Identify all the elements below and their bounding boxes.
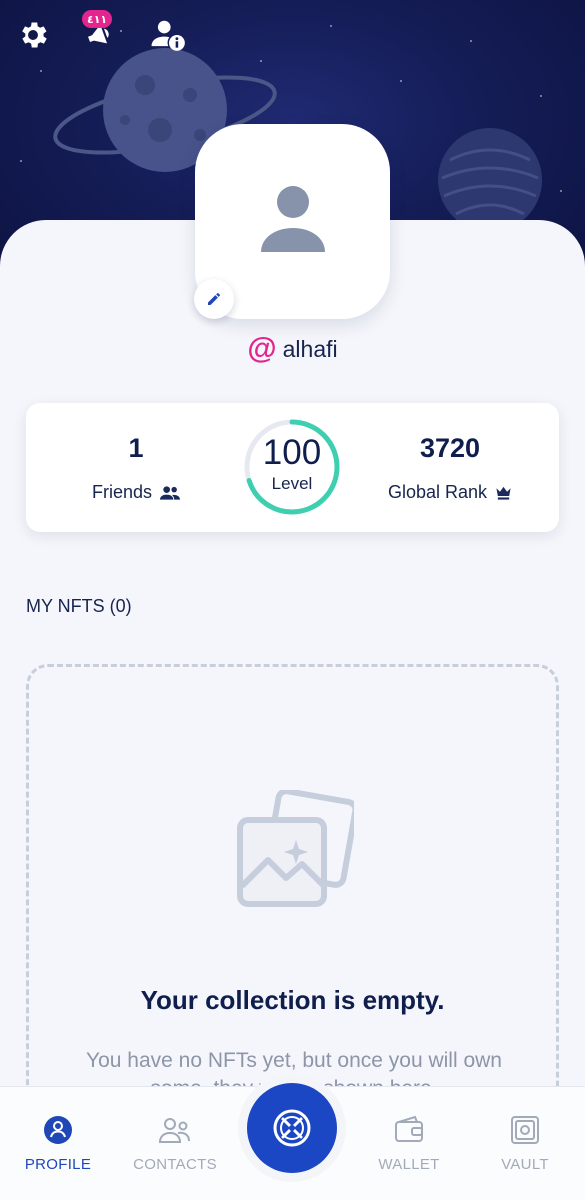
- nft-empty-state: Your collection is empty. You have no NF…: [26, 664, 559, 1124]
- token-button[interactable]: [247, 1083, 337, 1173]
- center-action: [238, 1074, 346, 1182]
- nav-wallet[interactable]: WALLET: [354, 1087, 464, 1200]
- stats-card: 1 Friends 100 Level 3720 Global Rank: [26, 403, 559, 532]
- nav-profile[interactable]: PROFILE: [3, 1087, 113, 1200]
- nav-vault-label: VAULT: [501, 1156, 549, 1173]
- friends-icon: [160, 485, 181, 500]
- nav-profile-label: PROFILE: [24, 1156, 92, 1173]
- edit-avatar-button[interactable]: [194, 279, 234, 319]
- crown-icon: [496, 486, 511, 500]
- global-rank-stat[interactable]: 3720 Global Rank: [376, 403, 524, 532]
- user-silhouette-icon: [260, 185, 325, 252]
- notifications-button[interactable]: ٤١١: [82, 10, 120, 54]
- nav-vault[interactable]: VAULT: [470, 1087, 580, 1200]
- user-info-icon: [151, 20, 185, 51]
- username-text: alhafi: [282, 335, 338, 362]
- contacts-icon: [158, 1118, 190, 1143]
- at-icon: @: [247, 332, 277, 365]
- gear-icon: [22, 22, 47, 48]
- friends-stat[interactable]: 1 Friends: [71, 403, 201, 532]
- user-info-button[interactable]: [150, 16, 188, 54]
- elrond-logo-icon: [273, 1109, 311, 1147]
- nav-contacts[interactable]: CONTACTS: [120, 1087, 230, 1200]
- settings-button[interactable]: [14, 16, 52, 54]
- image-gallery-icon: [237, 790, 354, 907]
- notification-badge: ٤١١: [82, 10, 113, 28]
- empty-title: Your collection is empty.: [140, 985, 445, 1015]
- planet-illustration: [438, 128, 542, 230]
- wallet-icon: [395, 1115, 423, 1142]
- friends-count: 1: [128, 433, 144, 463]
- friends-label: Friends: [91, 482, 153, 502]
- profile-icon: [44, 1116, 72, 1144]
- level-indicator: 100 Level: [242, 417, 342, 517]
- nav-wallet-label: WALLET: [378, 1156, 440, 1173]
- nav-contacts-label: CONTACTS: [133, 1156, 217, 1173]
- nfts-section-title: MY NFTS (0): [26, 596, 132, 616]
- vault-icon: [511, 1116, 539, 1144]
- level-label: Level: [271, 474, 313, 493]
- username: @ alhafi: [0, 334, 585, 364]
- level-number: 100: [262, 433, 322, 472]
- rank-label: Global Rank: [387, 482, 488, 502]
- pencil-icon: [208, 293, 220, 305]
- rank-value: 3720: [419, 433, 481, 463]
